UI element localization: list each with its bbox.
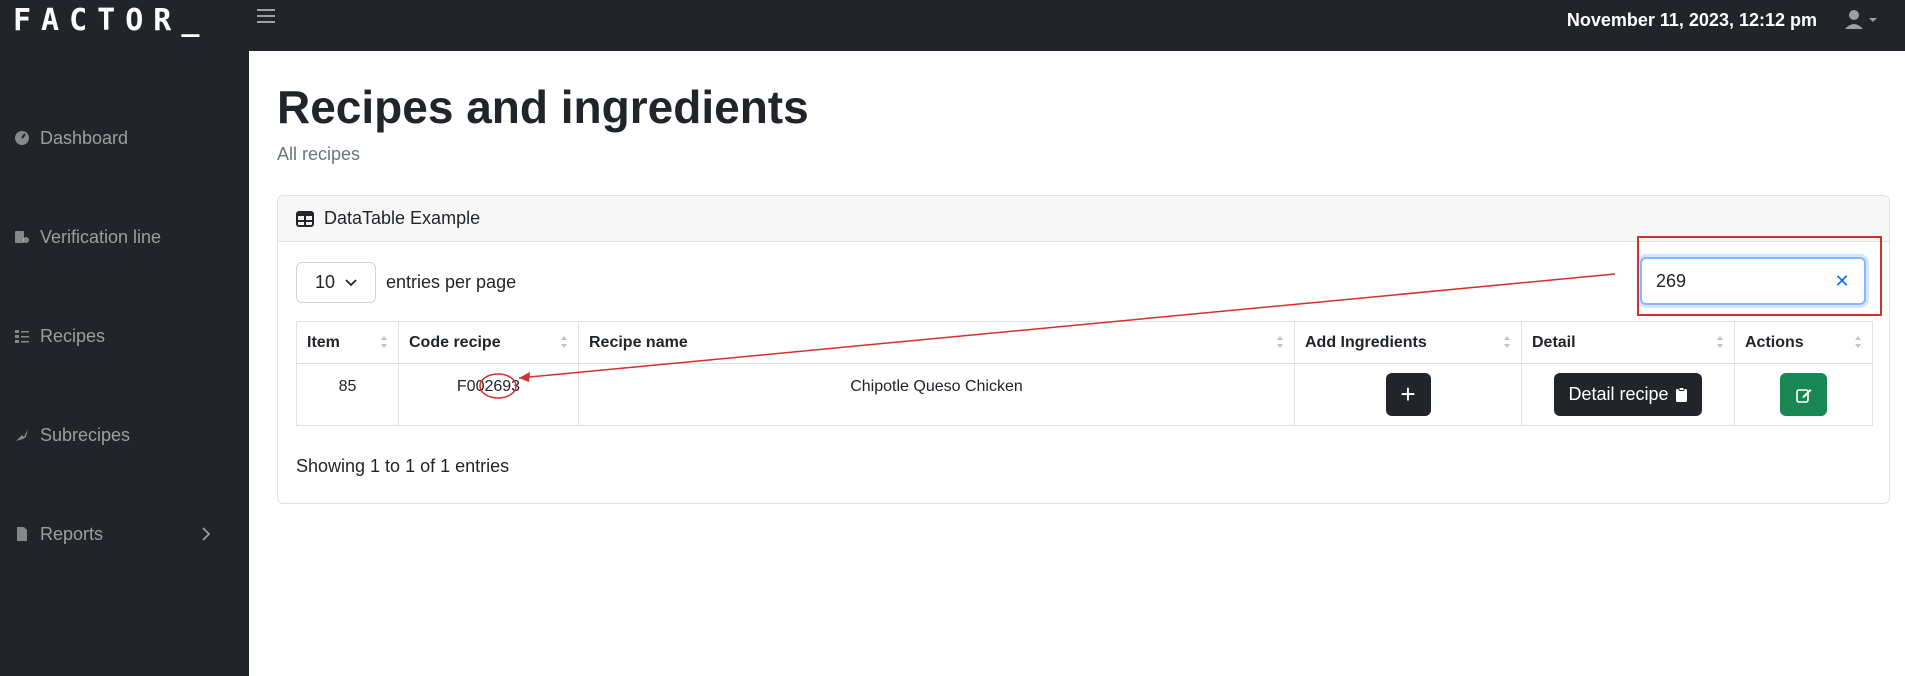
cell-actions <box>1734 363 1873 426</box>
sidebar-item-label: Subrecipes <box>40 424 131 445</box>
sidebar-item-dashboard[interactable]: Dashboard <box>14 123 244 153</box>
column-header-recipe-name[interactable]: Recipe name <box>578 321 1295 364</box>
sidebar-item-label: Verification line <box>40 226 162 247</box>
page-title: Recipes and ingredients <box>277 81 809 133</box>
detail-recipe-label: Detail recipe <box>1568 384 1669 404</box>
sort-icon <box>1277 336 1283 348</box>
sidebar-item-reports[interactable]: Reports <box>14 519 244 549</box>
column-header-detail[interactable]: Detail <box>1521 321 1735 364</box>
column-header-code-recipe[interactable]: Code recipe <box>398 321 579 364</box>
sort-icon <box>1855 336 1861 348</box>
dashboard-icon <box>15 131 29 145</box>
menu-toggle-icon[interactable] <box>257 9 275 27</box>
sort-icon <box>1717 336 1723 348</box>
cell-recipe-name: Chipotle Queso Chicken <box>578 363 1295 426</box>
sort-icon <box>1504 336 1510 348</box>
card-header-title: DataTable Example <box>324 208 481 228</box>
user-icon <box>1845 10 1877 29</box>
sidebar-item-label: Dashboard <box>40 127 129 148</box>
edit-button[interactable] <box>1780 373 1827 416</box>
table-header-row: Item Code recipe Recipe name Add Ingredi… <box>296 321 1873 364</box>
entries-select-value: 10 <box>314 272 336 292</box>
sidebar-item-subrecipes[interactable]: Subrecipes <box>14 420 244 450</box>
search-input[interactable]: 269 ✕ <box>1640 257 1866 305</box>
chevron-down-icon <box>345 278 357 286</box>
chevron-right-icon <box>202 527 211 541</box>
recipes-icon <box>15 330 29 343</box>
table-row: 85 F002693 Chipotle Queso Chicken + Deta… <box>296 363 1873 426</box>
cell-detail: Detail recipe <box>1521 363 1735 426</box>
sort-icon <box>381 336 387 348</box>
datatable-card: DataTable Example 10 entries per page 26… <box>277 195 1890 504</box>
column-header-actions[interactable]: Actions <box>1734 321 1873 364</box>
brand-logo[interactable]: FACTOR_ <box>13 2 209 40</box>
table-info: Showing 1 to 1 of 1 entries <box>296 456 510 476</box>
sidebar-item-label: Recipes <box>40 325 106 346</box>
verification-icon <box>15 231 29 243</box>
clipboard-icon <box>1675 386 1687 402</box>
cell-item: 85 <box>296 363 399 426</box>
page-subtitle: All recipes <box>277 144 361 164</box>
search-input-value: 269 <box>1656 270 1687 291</box>
recipes-table: Item Code recipe Recipe name Add Ingredi… <box>296 321 1873 426</box>
clear-search-icon[interactable]: ✕ <box>1832 271 1852 291</box>
cell-add-ingredients: + <box>1294 363 1522 426</box>
user-menu[interactable] <box>1844 8 1880 32</box>
reports-icon <box>17 527 27 541</box>
entries-select[interactable]: 10 <box>296 262 376 303</box>
column-header-item[interactable]: Item <box>296 321 399 364</box>
sidebar-item-verification-line[interactable]: Verification line <box>14 222 244 252</box>
sort-icon <box>561 336 567 348</box>
column-header-add-ingredients[interactable]: Add Ingredients <box>1294 321 1522 364</box>
edit-icon <box>1795 388 1811 403</box>
table-icon <box>296 210 314 227</box>
top-navbar: FACTOR_ November 11, 2023, 12:12 pm <box>0 0 1905 51</box>
entries-label: entries per page <box>386 272 517 292</box>
add-ingredients-button[interactable]: + <box>1385 373 1431 416</box>
entries-per-page: 10 entries per page <box>296 262 516 303</box>
sidebar: Dashboard Verification line Recipes Subr… <box>0 51 249 676</box>
sidebar-item-label: Reports <box>40 523 104 544</box>
detail-recipe-button[interactable]: Detail recipe <box>1554 373 1702 416</box>
caret-down-icon <box>1869 18 1877 22</box>
subrecipes-icon <box>16 429 28 441</box>
sidebar-item-recipes[interactable]: Recipes <box>14 321 244 351</box>
datetime-display: November 11, 2023, 12:12 pm <box>1566 10 1817 30</box>
cell-code-recipe: F002693 <box>398 363 579 426</box>
